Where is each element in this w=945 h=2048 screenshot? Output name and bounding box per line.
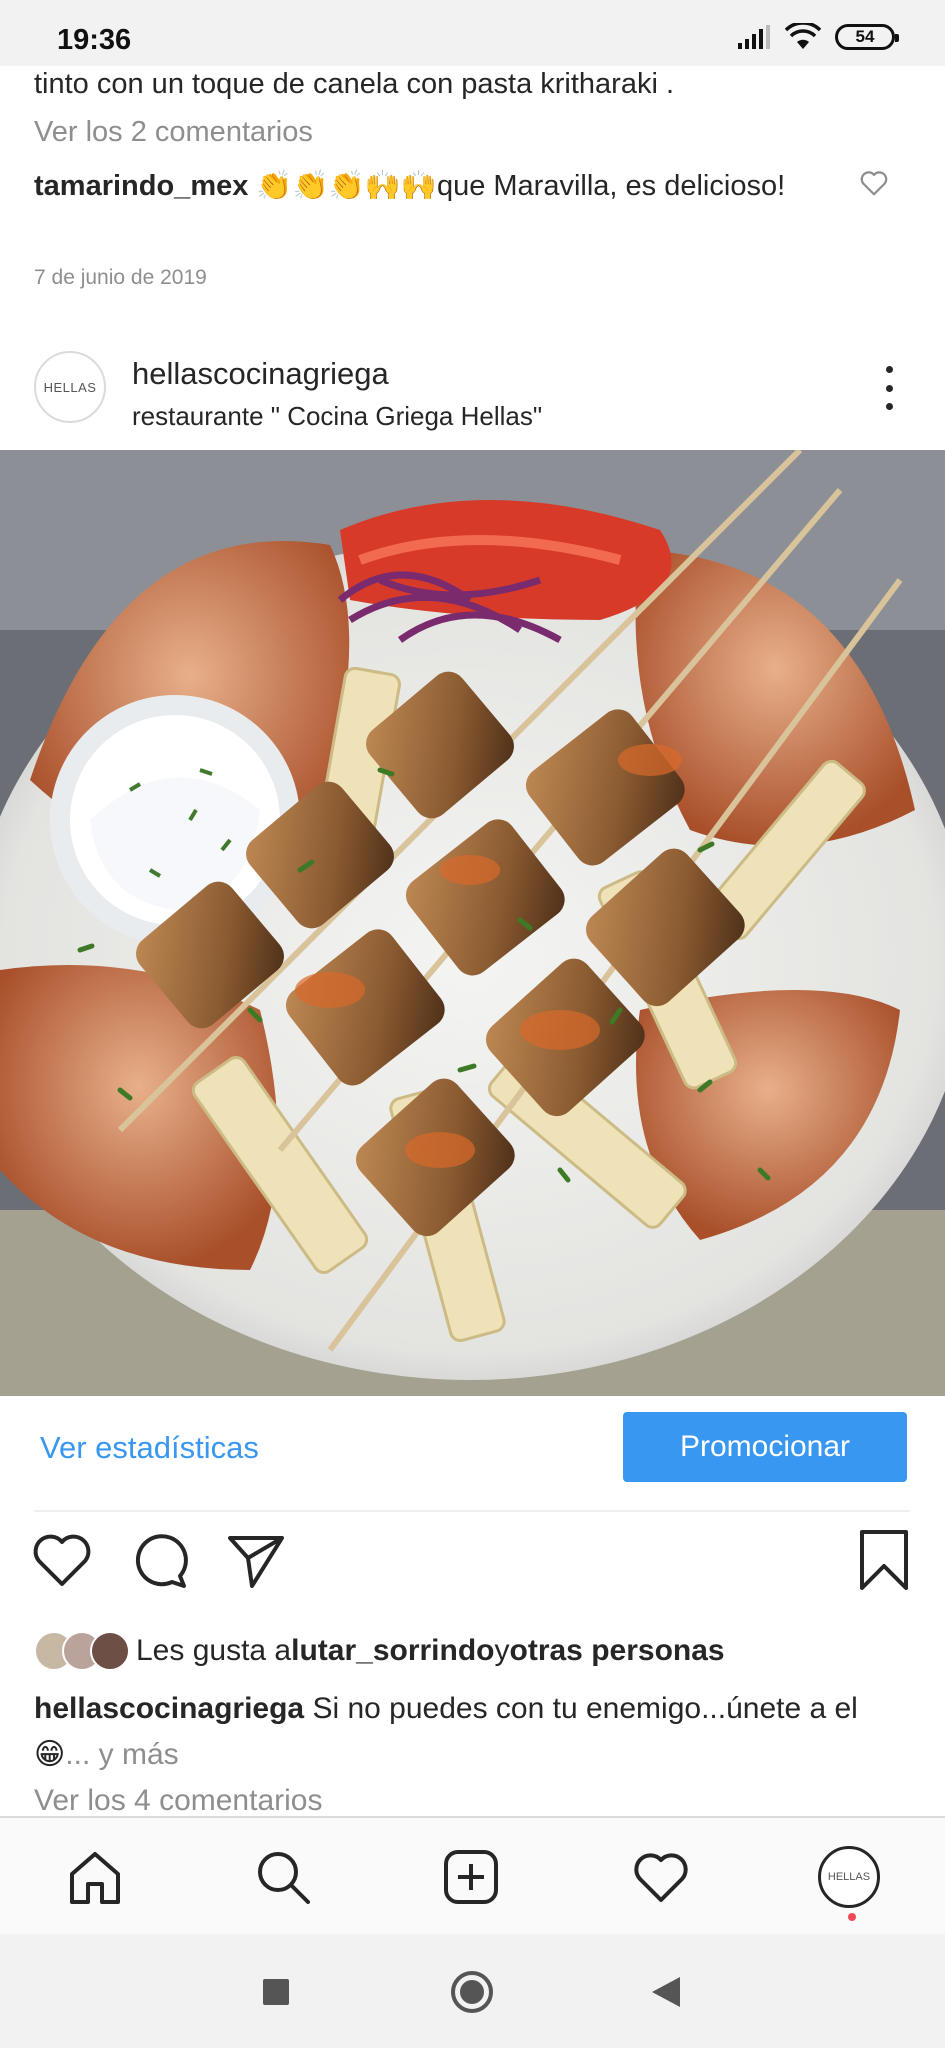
status-bar: 19:36 54 bbox=[0, 0, 945, 66]
avatar bbox=[90, 1631, 130, 1671]
likes-row[interactable]: Les gusta a lutar_sorrindo y otras perso… bbox=[34, 1628, 725, 1674]
view-insights-link[interactable]: Ver estadísticas bbox=[40, 1430, 259, 1466]
view-comments-link[interactable]: Ver los 4 comentarios bbox=[34, 1784, 322, 1816]
heart-icon[interactable] bbox=[30, 1528, 94, 1592]
post-image[interactable] bbox=[0, 450, 945, 1396]
comment-text: 👏👏👏🙌🙌que Maravilla, es delicioso! bbox=[248, 170, 786, 202]
post-username[interactable]: hellascocinagriega bbox=[132, 356, 389, 392]
likes-prefix: Les gusta a bbox=[136, 1634, 292, 1667]
recents-square-icon[interactable] bbox=[254, 1970, 298, 2014]
back-triangle-icon[interactable] bbox=[644, 1970, 688, 2014]
caption-username[interactable]: hellascocinagriega bbox=[34, 1692, 304, 1725]
food-photo bbox=[0, 450, 945, 1396]
home-icon[interactable] bbox=[64, 1846, 126, 1908]
home-circle-icon[interactable] bbox=[450, 1970, 494, 2014]
post-date: 7 de junio de 2019 bbox=[34, 266, 207, 289]
comment-icon[interactable] bbox=[128, 1528, 192, 1592]
feed[interactable]: tinto con un toque de canela con pasta k… bbox=[0, 66, 945, 1816]
signal-icon bbox=[738, 25, 770, 49]
post-location[interactable]: restaurante " Cocina Griega Hellas" bbox=[132, 401, 542, 432]
bookmark-icon[interactable] bbox=[852, 1528, 916, 1592]
system-navigation-bar bbox=[0, 1934, 945, 2048]
bottom-navigation: HELLAS bbox=[0, 1816, 945, 1934]
post-header: HELLAS hellascocinagriega restaurante " … bbox=[0, 346, 945, 446]
others-link[interactable]: otras personas bbox=[510, 1634, 725, 1668]
promote-button[interactable]: Promocionar bbox=[623, 1412, 907, 1482]
previous-caption-tail: tinto con un toque de canela con pasta k… bbox=[34, 68, 675, 100]
likes-joiner: y bbox=[494, 1634, 510, 1667]
post-actions bbox=[0, 1528, 945, 1608]
previous-view-comments-link[interactable]: Ver los 2 comentarios bbox=[34, 116, 313, 149]
comment-like-heart-icon[interactable] bbox=[859, 168, 889, 198]
avatar[interactable]: HELLAS bbox=[34, 351, 106, 423]
more-options-icon[interactable] bbox=[879, 360, 899, 416]
comment-username[interactable]: tamarindo_mex bbox=[34, 170, 248, 202]
liker-avatars bbox=[34, 1631, 130, 1671]
liker-username[interactable]: lutar_sorrindo bbox=[291, 1634, 494, 1668]
battery-indicator: 54 bbox=[835, 24, 899, 50]
profile-avatar[interactable]: HELLAS bbox=[818, 1846, 880, 1908]
status-icons: 54 bbox=[737, 23, 899, 51]
divider bbox=[34, 1510, 910, 1512]
status-time: 19:36 bbox=[57, 24, 132, 56]
notification-dot bbox=[848, 1913, 856, 1921]
activity-heart-icon[interactable] bbox=[630, 1846, 692, 1908]
add-post-icon[interactable] bbox=[440, 1846, 502, 1908]
insights-row: Ver estadísticas Promocionar bbox=[0, 1406, 945, 1502]
caption-more-link[interactable]: ... y más bbox=[65, 1738, 178, 1771]
search-icon[interactable] bbox=[252, 1846, 314, 1908]
profile-avatar-logo: HELLAS bbox=[818, 1846, 880, 1908]
avatar-logo-text: HELLAS bbox=[43, 379, 97, 395]
wifi-icon bbox=[785, 23, 821, 49]
comment: tamarindo_mex 👏👏👏🙌🙌que Maravilla, es del… bbox=[34, 164, 864, 208]
share-icon[interactable] bbox=[224, 1528, 288, 1592]
post-caption: hellascocinagriega Si no puedes con tu e… bbox=[34, 1686, 904, 1778]
